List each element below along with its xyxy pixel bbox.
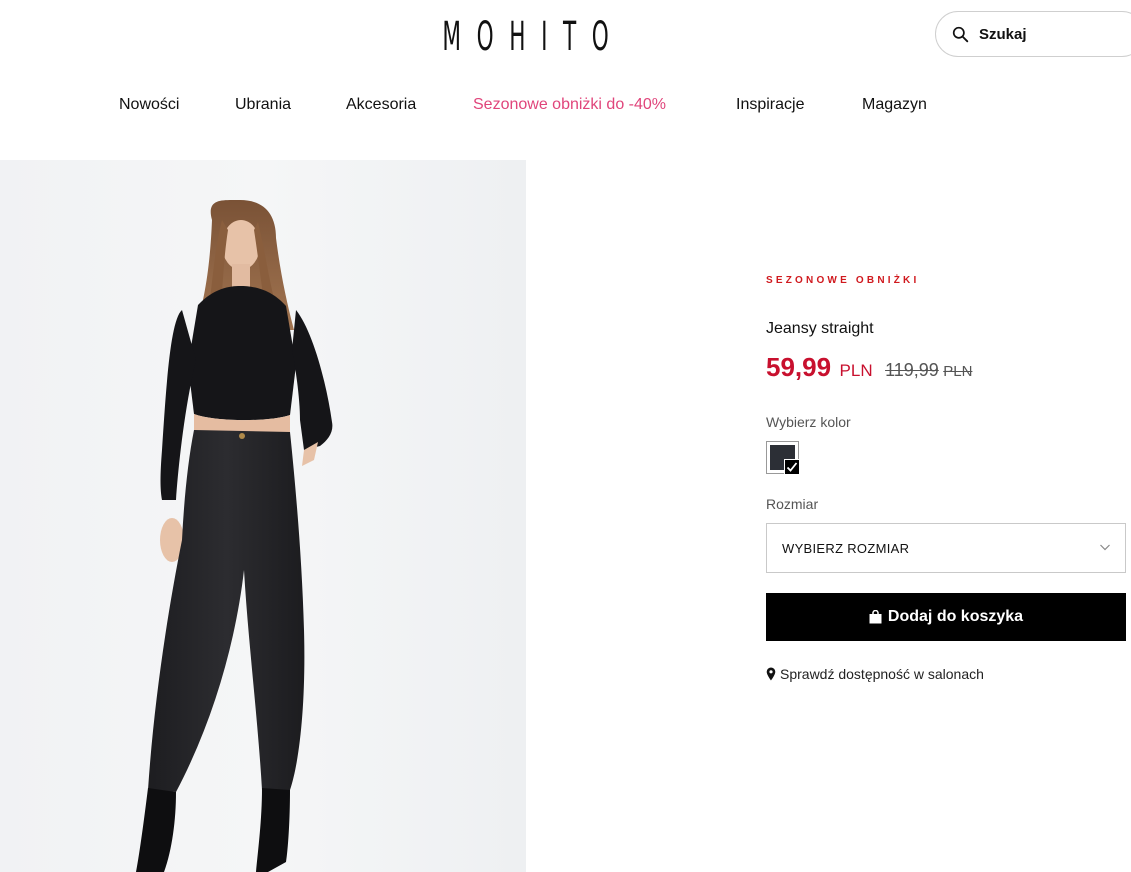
size-label: Rozmiar xyxy=(766,496,819,512)
nav-item-sezonowe-obnizki[interactable]: Sezonowe obniżki do -40% xyxy=(473,96,666,114)
nav-item-magazyn[interactable]: Magazyn xyxy=(862,96,927,114)
color-label: Wybierz kolor xyxy=(766,414,851,430)
add-to-cart-button[interactable]: Dodaj do koszyka xyxy=(766,593,1126,641)
product-photo[interactable] xyxy=(0,160,526,872)
store-availability-label: Sprawdź dostępność w salonach xyxy=(780,666,984,682)
search-input[interactable] xyxy=(977,24,1121,44)
search-icon xyxy=(952,26,969,42)
nav-item-ubrania[interactable]: Ubrania xyxy=(235,96,291,114)
main-navigation: Nowości Ubrania Akcesoria Sezonowe obniż… xyxy=(0,96,1131,118)
product-name: Jeansy straight xyxy=(766,320,874,337)
old-price-currency: PLN xyxy=(943,363,973,380)
location-pin-icon xyxy=(766,667,776,681)
sale-tag: SEZONOWE OBNIŻKI xyxy=(766,275,920,286)
nav-item-inspiracje[interactable]: Inspiracje xyxy=(736,96,804,114)
chevron-down-icon xyxy=(1100,544,1110,551)
model-illustration xyxy=(136,199,333,872)
price-row: 59,99 PLN 119,99 PLN xyxy=(766,352,972,383)
add-to-cart-label: Dodaj do koszyka xyxy=(887,608,1024,625)
size-select-value: WYBIERZ ROZMIAR xyxy=(782,541,910,556)
current-price-currency: PLN xyxy=(839,361,873,380)
search-box[interactable] xyxy=(935,11,1131,57)
checkmark-icon xyxy=(784,459,800,475)
store-availability-link[interactable]: Sprawdź dostępność w salonach xyxy=(766,666,984,682)
brand-logo[interactable]: MOHITO xyxy=(210,14,841,60)
shopping-bag-icon xyxy=(869,610,882,624)
current-price: 59,99 xyxy=(766,352,832,382)
nav-item-nowosci[interactable]: Nowości xyxy=(119,96,179,114)
nav-item-akcesoria[interactable]: Akcesoria xyxy=(346,96,416,114)
old-price: 119,99 xyxy=(885,360,939,380)
color-swatch-selected[interactable] xyxy=(766,441,800,475)
size-select[interactable]: WYBIERZ ROZMIAR xyxy=(766,523,1126,573)
